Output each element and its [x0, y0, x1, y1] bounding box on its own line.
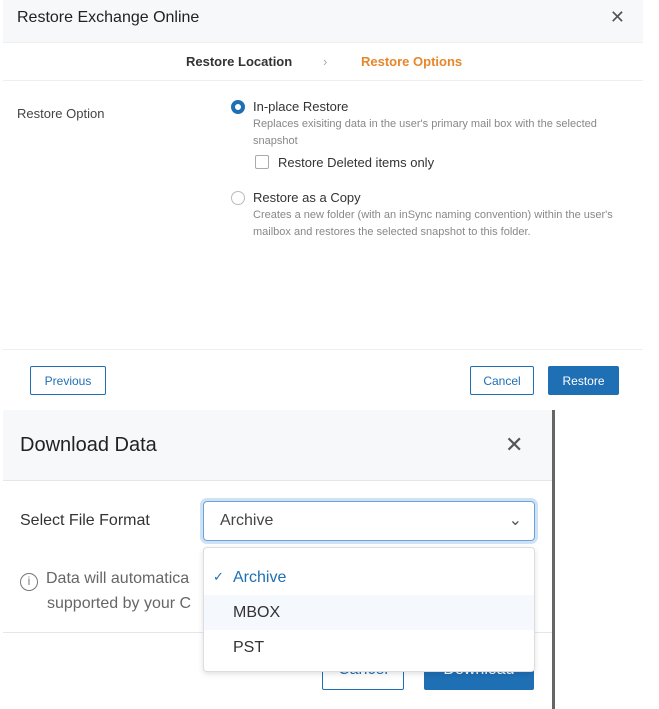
radio-copy[interactable] — [231, 191, 245, 205]
close-icon[interactable]: ✕ — [505, 432, 523, 458]
dialog-title: Restore Exchange Online — [17, 9, 200, 26]
file-format-label: Select File Format — [20, 512, 150, 529]
chevron-right-icon: › — [323, 54, 328, 69]
dialog-title: Download Data — [20, 434, 157, 456]
stepper: Restore Location › Restore Options — [3, 43, 643, 81]
info-text-2: supported by your C — [47, 595, 192, 612]
cancel-button[interactable]: Cancel — [470, 366, 534, 395]
option-title: In-place Restore — [253, 99, 349, 114]
step-restore-location[interactable]: Restore Location — [186, 54, 292, 69]
file-format-select[interactable]: Archive ⌄ — [203, 501, 535, 541]
previous-button[interactable]: Previous — [30, 366, 106, 395]
divider — [3, 349, 643, 350]
dialog-header: Restore Exchange Online ✕ — [3, 0, 643, 43]
dialog-header: Download Data ✕ — [3, 410, 552, 481]
dropdown-option-pst[interactable]: PST — [204, 630, 534, 665]
file-format-dropdown: ✓ Archive MBOX PST — [203, 547, 535, 672]
option-description: Replaces exisiting data in the user's pr… — [253, 118, 597, 147]
restore-deleted-checkbox[interactable] — [255, 155, 269, 169]
dropdown-option-archive[interactable]: ✓ Archive — [204, 560, 534, 595]
option-title: Restore as a Copy — [253, 190, 361, 205]
radio-in-place[interactable] — [231, 100, 245, 114]
info-icon: i — [20, 573, 38, 591]
option-label: MBOX — [233, 604, 281, 621]
info-message: i Data will automatica supported by your … — [20, 566, 191, 616]
step-restore-options[interactable]: Restore Options — [361, 54, 462, 69]
close-icon[interactable]: ✕ — [610, 7, 625, 28]
restore-option-label: Restore Option — [17, 106, 105, 121]
option-label: PST — [233, 639, 265, 656]
option-label: Archive — [233, 569, 287, 586]
restore-exchange-dialog: Restore Exchange Online ✕ Restore Locati… — [3, 0, 643, 405]
chevron-down-icon: ⌄ — [508, 512, 522, 529]
selected-value: Archive — [220, 512, 274, 529]
checkbox-label: Restore Deleted items only — [278, 155, 435, 170]
dropdown-option-mbox[interactable]: MBOX — [204, 595, 534, 630]
check-icon: ✓ — [213, 569, 224, 584]
info-text-1: Data will automatica — [46, 570, 190, 587]
option-description: Creates a new folder (with an inSync nam… — [253, 209, 613, 238]
restore-button[interactable]: Restore — [548, 366, 619, 395]
